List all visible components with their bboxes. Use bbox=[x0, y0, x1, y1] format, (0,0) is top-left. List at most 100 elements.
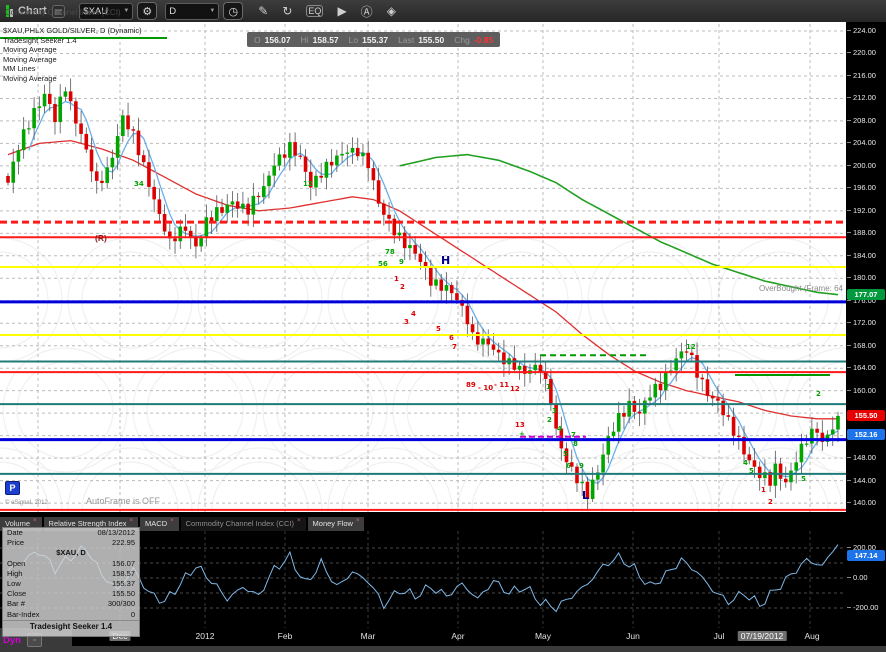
wave-count-annotation: 9 bbox=[579, 462, 584, 470]
tab-close-icon[interactable]: × bbox=[297, 517, 301, 525]
ohlc-value: 155.50 bbox=[418, 34, 445, 45]
price-tick-label: 172.00 bbox=[847, 318, 876, 328]
data-window-label: Close bbox=[7, 589, 27, 599]
wave-count-annotation: 4 bbox=[411, 310, 416, 318]
wave-count-annotation: 12 bbox=[303, 180, 313, 188]
auto-button[interactable]: Ⓐ bbox=[361, 3, 373, 20]
wave-count-annotation: 2 bbox=[816, 390, 821, 398]
data-window-value: 222.95 bbox=[112, 538, 135, 548]
wave-count-annotation: 13 bbox=[515, 421, 525, 429]
data-window-value: 300/300 bbox=[107, 599, 135, 609]
tab-label: MACD bbox=[145, 519, 168, 528]
time-axis-label: May bbox=[534, 631, 552, 641]
tab-money-flow[interactable]: Money Flow × bbox=[307, 517, 365, 531]
wave-count-annotation: 5 bbox=[563, 450, 568, 458]
tab-macd[interactable]: MACD × bbox=[140, 517, 179, 531]
draw-pencil-button[interactable]: ✎ bbox=[258, 4, 268, 18]
chart-legend: $XAU,PHLX GOLD/SILVER, D (Dynamic) Trades… bbox=[3, 26, 142, 84]
price-tick-label: 204.00 bbox=[847, 138, 876, 148]
price-tick-label: 216.00 bbox=[847, 70, 876, 80]
play-button[interactable]: ▶ bbox=[337, 4, 346, 18]
data-window-label: Price bbox=[7, 538, 25, 548]
wave-count-annotation: 6 bbox=[449, 334, 454, 342]
wave-count-annotation: 4 bbox=[557, 425, 562, 433]
time-axis-label: Aug bbox=[804, 631, 820, 641]
interval-input[interactable]: D ▼ bbox=[165, 2, 220, 20]
legend-line: $XAU,PHLX GOLD/SILVER, D (Dynamic) bbox=[3, 26, 142, 35]
price-marker-badge: 155.50 bbox=[847, 409, 885, 421]
cci-pane-legend: Commodity Channel Index (CCI) bbox=[5, 8, 121, 17]
tab-close-icon[interactable]: × bbox=[170, 517, 174, 525]
wave-count-annotation: 5 bbox=[801, 475, 806, 483]
data-window-label: Bar-Index bbox=[7, 609, 40, 619]
wave-count-annotation: 12 bbox=[686, 343, 696, 351]
ohlc-label: Hi bbox=[300, 34, 309, 45]
tab-label: Commodity Channel Index (CCI) bbox=[185, 519, 295, 528]
wave-count-annotation: 89 bbox=[466, 381, 476, 389]
tab-close-icon[interactable]: × bbox=[130, 517, 134, 525]
wave-count-annotation: 7 bbox=[571, 431, 576, 439]
wave-count-annotation: 12 bbox=[510, 385, 520, 393]
data-window-value: 08/13/2012 bbox=[97, 528, 135, 537]
time-axis-label: 2012 bbox=[195, 631, 215, 641]
price-tick-label: 224.00 bbox=[847, 26, 876, 35]
wave-count-annotation: 56 bbox=[378, 260, 388, 268]
ohlc-value: -0.85 bbox=[473, 34, 494, 45]
price-tick-label: 144.00 bbox=[847, 475, 876, 485]
legend-line: Moving Average bbox=[3, 73, 57, 83]
wave-count-annotation: 2 bbox=[400, 283, 405, 291]
cci-tick-label: -200.00 bbox=[846, 603, 879, 612]
wave-count-annotation: 5 bbox=[436, 325, 441, 333]
legend-line: Moving Average bbox=[3, 45, 57, 55]
autoframe-status-label: AutoFrame is OFF bbox=[86, 496, 161, 506]
quote-eq-button[interactable]: EQ bbox=[306, 5, 324, 17]
ohlc-value: 156.07 bbox=[264, 34, 291, 45]
price-tick-label: 192.00 bbox=[847, 205, 876, 215]
data-window-label: Date bbox=[7, 528, 23, 537]
tab-commodity-channel-index-cci-[interactable]: Commodity Channel Index (CCI) × bbox=[180, 517, 306, 531]
legend-line: Tradesight Seeker 1.4 bbox=[3, 35, 77, 45]
price-tick-label: 148.00 bbox=[847, 453, 876, 463]
time-axis[interactable]: Dec2012FebMarAprMayJunJul07/19/2012Aug bbox=[72, 628, 886, 646]
wave-count-annotation: 4 bbox=[743, 459, 748, 467]
wave-count-annotation: - 11 bbox=[494, 381, 509, 389]
price-tick-label: 140.00 bbox=[847, 498, 876, 508]
resistance-label: (R) bbox=[95, 233, 107, 243]
symbol-search-button[interactable]: ⚙ bbox=[137, 2, 158, 20]
interval-caret-icon[interactable]: ▼ bbox=[209, 8, 215, 14]
time-axis-label: Jun bbox=[626, 631, 640, 641]
refresh-button[interactable]: ↻ bbox=[282, 4, 292, 18]
wave-count-annotation: 3 bbox=[404, 318, 409, 326]
main-chart-pane[interactable]: 34 12 78 56 9 1 2 4 3 5 6 7 H 89- 10- 11 12 13 +1 3 2 4 7 8 5 6… bbox=[0, 22, 846, 517]
ohlc-label: Chg bbox=[454, 34, 470, 45]
wave-count-annotation: 8 bbox=[573, 440, 578, 448]
clock-icon: ◷ bbox=[228, 5, 239, 18]
wave-count-annotation: 3 bbox=[552, 407, 557, 415]
chart-window: Chart ▤ $XAU ▼ ⚙ D ▼ ◷ ✎ ↻ EQ ▶ Ⓐ ◈ 34 12… bbox=[0, 0, 886, 652]
data-window-value: 155.37 bbox=[112, 578, 135, 588]
time-interval-button[interactable]: ◷ bbox=[223, 2, 244, 20]
eraser-button[interactable]: ◈ bbox=[387, 4, 396, 18]
price-tick-label: 168.00 bbox=[847, 340, 876, 350]
tab-close-icon[interactable]: × bbox=[33, 517, 37, 525]
ohlc-label: O bbox=[254, 34, 261, 45]
overbought-label: OverBought (Frame: 64 bbox=[758, 284, 843, 293]
copyright-watermark: © eSignal, 2012 bbox=[5, 500, 48, 506]
price-axis[interactable]: 224.00 220.00 216.00 212.00 208.00 204.00 200.… bbox=[846, 22, 886, 646]
gear-icon: ⚙ bbox=[142, 5, 153, 18]
wave-count-annotation: 2 bbox=[547, 416, 552, 424]
time-axis-label: Jul bbox=[713, 631, 725, 641]
price-tick-label: 220.00 bbox=[847, 48, 876, 58]
price-tick-label: 208.00 bbox=[847, 115, 876, 125]
price-tick-label: 160.00 bbox=[847, 385, 876, 395]
p-marker-badge[interactable]: P bbox=[5, 481, 20, 495]
price-tick-label: 200.00 bbox=[847, 160, 876, 170]
tab-close-icon[interactable]: × bbox=[356, 517, 360, 525]
data-window-symbol: $XAU, D bbox=[56, 548, 86, 558]
time-axis-label: Feb bbox=[277, 631, 293, 641]
wave-count-annotation: - 10 bbox=[478, 384, 493, 392]
price-marker-badge: 152.16 bbox=[847, 428, 885, 440]
wave-count-annotation: 5 bbox=[749, 467, 754, 475]
ohlc-value: 158.57 bbox=[312, 34, 339, 45]
data-window-value: 158.57 bbox=[112, 568, 135, 578]
